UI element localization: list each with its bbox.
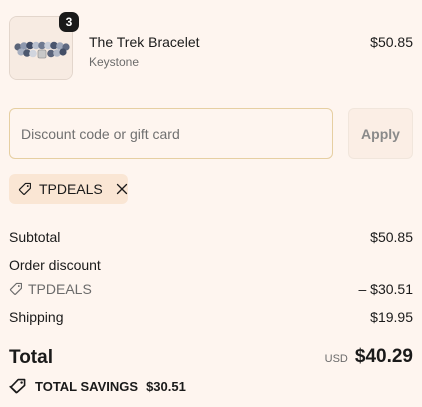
savings-value: $30.51 xyxy=(146,378,186,394)
remove-discount-icon[interactable] xyxy=(116,182,128,196)
discount-code-input[interactable] xyxy=(9,108,333,159)
order-summary: 3 The Trek Bracelet Keystone $50.85 Appl… xyxy=(0,0,422,407)
cart-line-item: 3 The Trek Bracelet Keystone $50.85 xyxy=(9,12,413,82)
shipping-value: $19.95 xyxy=(370,309,413,325)
shipping-label: Shipping xyxy=(9,309,64,325)
applied-discount-chip: TPDEALS xyxy=(9,174,128,204)
subtotal-value: $50.85 xyxy=(370,229,413,245)
close-icon xyxy=(116,183,128,195)
savings-tag-icon xyxy=(9,378,26,394)
applied-code-label: TPDEALS xyxy=(38,181,103,197)
discount-code-label: TPDEALS xyxy=(28,281,92,297)
apply-discount-button[interactable]: Apply xyxy=(348,108,413,159)
product-name: The Trek Bracelet xyxy=(89,34,200,50)
savings-label: TOTAL SAVINGS xyxy=(35,378,139,394)
tag-icon xyxy=(9,282,22,295)
total-label: Total xyxy=(9,347,53,368)
currency-code: USD xyxy=(324,353,348,365)
total-savings: TOTAL SAVINGS $30.51 xyxy=(9,378,186,394)
tag-icon xyxy=(18,182,31,195)
product-price: $50.85 xyxy=(370,34,413,50)
total-amount-group: USD $40.29 xyxy=(325,346,413,368)
total-value: $40.29 xyxy=(354,346,413,367)
subtotal-label: Subtotal xyxy=(9,229,61,245)
order-discount-label: Order discount xyxy=(9,257,101,273)
product-vendor: Keystone xyxy=(89,55,140,69)
discount-value: – $30.51 xyxy=(358,281,414,297)
quantity-badge: 3 xyxy=(59,12,79,32)
